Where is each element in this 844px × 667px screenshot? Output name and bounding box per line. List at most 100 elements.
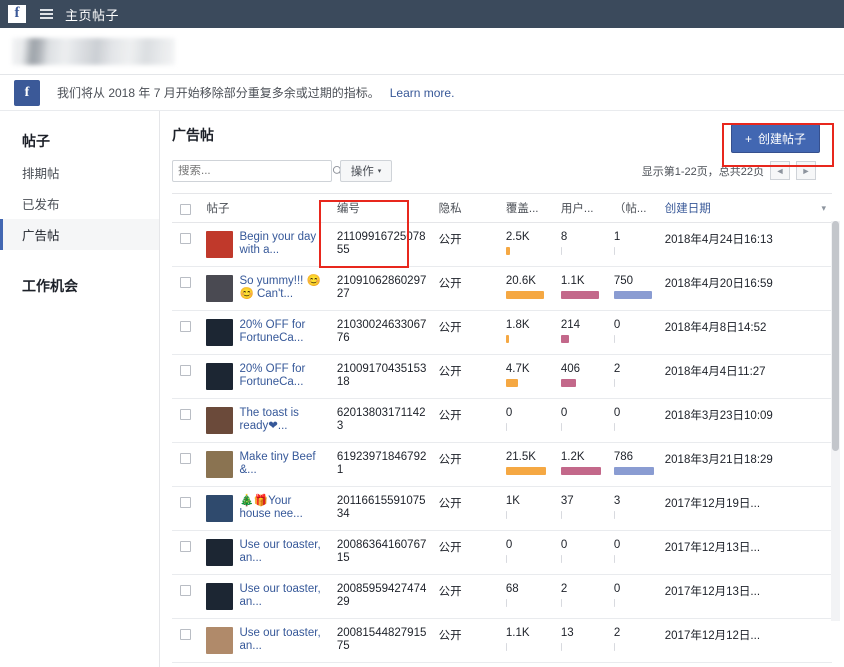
table-scrollbar-thumb[interactable]	[832, 221, 839, 451]
post-title-link[interactable]: Make tiny Beef &...	[239, 451, 324, 478]
table-row[interactable]: So yummy!!! 😊😊 Can't... 2109106286029727 公…	[172, 266, 832, 311]
search-box[interactable]	[172, 160, 344, 182]
learn-more-link[interactable]: Learn more.	[390, 86, 455, 100]
post-title-link[interactable]: The toast is ready❤...	[239, 407, 324, 434]
plus-icon: +	[744, 131, 752, 146]
posts-cell-value: 0	[613, 539, 621, 551]
select-all-header[interactable]	[172, 193, 199, 223]
search-input[interactable]	[178, 165, 332, 177]
post-thumbnail[interactable]	[206, 583, 234, 610]
reach-cell-bar	[505, 643, 507, 651]
row-checkbox[interactable]	[180, 321, 191, 332]
hamburger-icon[interactable]	[40, 9, 53, 19]
header-posts[interactable]: （帖...	[605, 193, 657, 223]
post-title-link[interactable]: 20% OFF for FortuneCa...	[239, 363, 324, 390]
posts-cell-value: 2	[613, 363, 621, 375]
table-row[interactable]: Use our toaster, an... 2008154482791575 公开…	[172, 618, 832, 663]
post-thumbnail[interactable]	[206, 451, 234, 478]
select-all-checkbox[interactable]	[180, 203, 191, 215]
pagination-next-button[interactable]: ►	[796, 161, 816, 180]
row-spacer-cell	[809, 530, 832, 575]
row-checkbox[interactable]	[180, 277, 191, 288]
header-users[interactable]: 用户...	[552, 193, 606, 223]
table-row[interactable]: Use our toaster, an... 2008636416076715 公开…	[172, 530, 832, 575]
main-content: 广告帖 操作 ▾ 显示第1-22页，总共22页 ◄ ►	[160, 111, 844, 667]
row-checkbox[interactable]	[180, 365, 191, 376]
reach-cell-value: 1.1K	[505, 627, 530, 639]
row-select-cell[interactable]	[172, 354, 199, 399]
users-cell-bar	[560, 335, 569, 343]
header-privacy[interactable]: 隐私	[430, 193, 498, 223]
post-title-link[interactable]: 20% OFF for FortuneCa...	[239, 319, 324, 346]
facebook-f-logo[interactable]: f	[8, 5, 26, 23]
header-created-date[interactable]: 创建日期	[656, 193, 810, 223]
row-select-cell[interactable]	[172, 266, 199, 311]
users-cell: 13	[552, 618, 606, 663]
table-row[interactable]: 20% OFF for FortuneCa... 2100917043515318…	[172, 354, 832, 399]
row-select-cell[interactable]	[172, 574, 199, 619]
table-row[interactable]: Use our toaster, an... 2008595942747429 公开…	[172, 574, 832, 619]
table-row[interactable]: The toast is ready❤... 620138031711423 公开 0…	[172, 398, 832, 443]
post-title-link[interactable]: 🎄🎁Your house nee...	[239, 495, 324, 522]
post-thumbnail[interactable]	[206, 627, 234, 654]
table-row[interactable]: Make tiny Beef &... 619239718467921 公开 21.5…	[172, 442, 832, 487]
privacy-cell: 公开	[430, 398, 498, 443]
post-thumbnail[interactable]	[206, 495, 234, 522]
post-thumbnail[interactable]	[206, 231, 234, 258]
post-thumbnail[interactable]	[206, 407, 234, 434]
table-scrollbar[interactable]	[831, 221, 840, 621]
sidebar-item-scheduled[interactable]: 排期帖	[0, 157, 159, 188]
post-title-link[interactable]: So yummy!!! 😊😊 Can't...	[239, 275, 324, 302]
post-thumbnail[interactable]	[206, 363, 234, 390]
reach-cell: 0	[497, 530, 553, 575]
table-row[interactable]: 20% OFF for FortuneCa... 2103002463306776…	[172, 310, 832, 355]
column-options-icon[interactable]: ▾	[809, 193, 832, 223]
post-id-cell: 2008154482791575	[328, 618, 431, 663]
sidebar-item-published[interactable]: 已发布	[0, 188, 159, 219]
privacy-cell: 公开	[430, 530, 498, 575]
create-post-button[interactable]: + 创建帖子	[730, 124, 820, 153]
post-title-link[interactable]: Begin your day with a...	[239, 231, 324, 258]
posts-cell-value: 1	[613, 231, 621, 243]
post-title-link[interactable]: Use our toaster, an...	[239, 627, 324, 654]
post-id-cell: 2008595942747429	[328, 574, 431, 619]
post-title-link[interactable]: Use our toaster, an...	[239, 583, 324, 610]
created-date-cell: 2017年12月13日...	[656, 574, 810, 619]
privacy-cell: 公开	[430, 354, 498, 399]
table-row[interactable]: Begin your day with a... 2110991672507855…	[172, 222, 832, 267]
header-reach[interactable]: 覆盖...	[497, 193, 553, 223]
header-id[interactable]: 编号	[328, 193, 431, 223]
post-thumbnail[interactable]	[206, 275, 234, 302]
table-row[interactable]: 🎄🎁Your house nee... 2011661559107534 公开 1K 3…	[172, 486, 832, 531]
reach-cell: 4.7K	[497, 354, 553, 399]
row-select-cell[interactable]	[172, 486, 199, 531]
action-dropdown-button[interactable]: 操作 ▾	[340, 160, 392, 182]
post-title-link[interactable]: Use our toaster, an...	[239, 539, 324, 566]
users-cell-value: 214	[560, 319, 581, 331]
row-checkbox[interactable]	[180, 409, 191, 420]
post-thumbnail[interactable]	[206, 319, 234, 346]
post-cell-container: Begin your day with a...	[198, 222, 329, 267]
row-checkbox[interactable]	[180, 629, 191, 640]
row-select-cell[interactable]	[172, 530, 199, 575]
post-thumbnail[interactable]	[206, 539, 234, 566]
row-checkbox[interactable]	[180, 541, 191, 552]
header-post[interactable]: 帖子	[198, 193, 329, 223]
row-select-cell[interactable]	[172, 618, 199, 663]
row-checkbox[interactable]	[180, 453, 191, 464]
posts-cell-value: 3	[613, 495, 621, 507]
row-checkbox[interactable]	[180, 497, 191, 508]
row-select-cell[interactable]	[172, 398, 199, 443]
posts-cell-value: 2	[613, 627, 621, 639]
row-select-cell[interactable]	[172, 310, 199, 355]
blurred-page-name	[12, 37, 175, 65]
sidebar-item-ad-posts[interactable]: 广告帖	[0, 219, 159, 250]
row-checkbox[interactable]	[180, 585, 191, 596]
reach-cell-value: 1.8K	[505, 319, 530, 331]
pagination-prev-button[interactable]: ◄	[770, 161, 790, 180]
users-cell: 214	[552, 310, 606, 355]
row-select-cell[interactable]	[172, 442, 199, 487]
reach-cell-value: 68	[505, 583, 519, 595]
row-checkbox[interactable]	[180, 233, 191, 244]
row-select-cell[interactable]	[172, 222, 199, 267]
